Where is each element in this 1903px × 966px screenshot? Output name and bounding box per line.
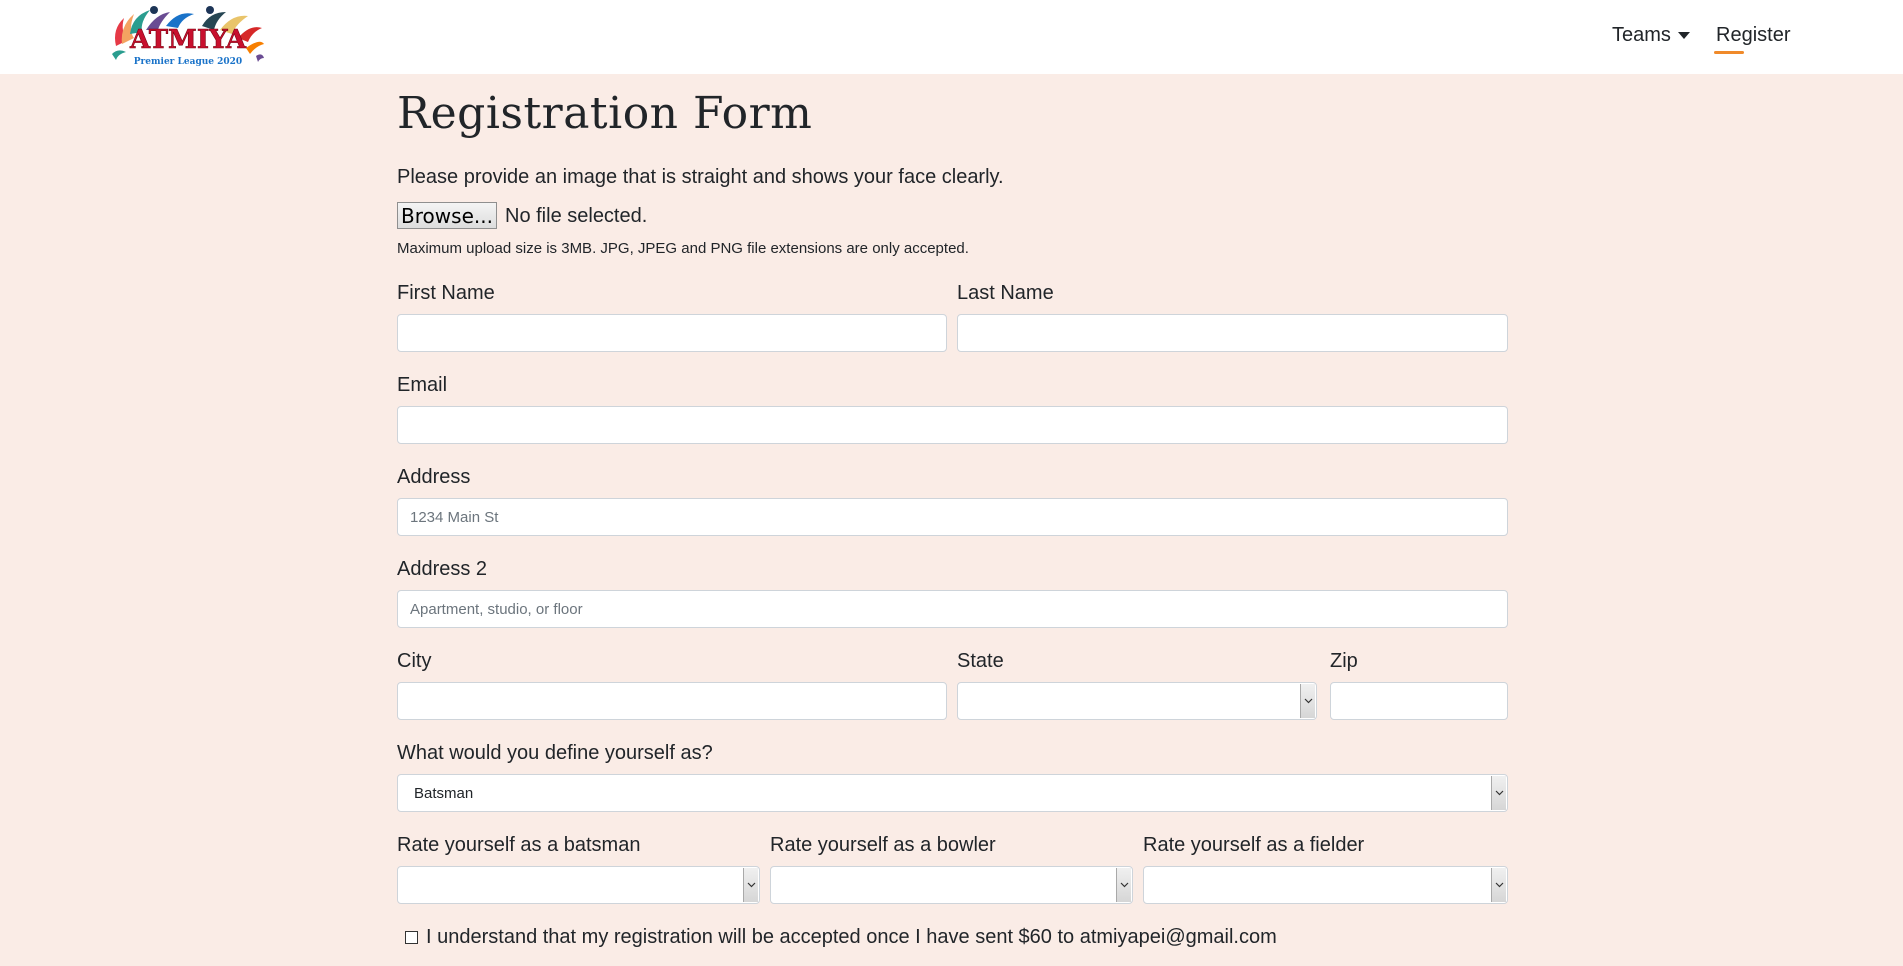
logo-text: ATMIYA — [129, 25, 247, 55]
address2-input[interactable] — [397, 590, 1508, 628]
first-name-label: First Name — [397, 282, 495, 304]
chevron-down-icon — [743, 868, 758, 902]
nav-register-link[interactable]: Register — [1716, 24, 1790, 47]
email-label: Email — [397, 374, 448, 396]
fielder-rating-select[interactable] — [1143, 866, 1508, 904]
last-name-input[interactable] — [957, 314, 1508, 352]
address2-label: Address 2 — [397, 558, 488, 580]
batsman-rating-label: Rate yourself as a batsman — [397, 834, 641, 856]
logo-subtext: Premier League 2020 — [134, 57, 242, 67]
file-status: No file selected. — [505, 205, 648, 227]
role-select-value: Batsman — [414, 785, 474, 802]
city-input[interactable] — [397, 682, 947, 720]
bowler-rating-label: Rate yourself as a bowler — [770, 834, 996, 856]
chevron-down-icon — [1116, 868, 1131, 902]
role-label: What would you define yourself as? — [397, 742, 713, 764]
bowler-rating-select[interactable] — [770, 866, 1133, 904]
photo-instruction: Please provide an image that is straight… — [397, 166, 1004, 188]
agreement-row: I understand that my registration will b… — [405, 926, 1277, 949]
chevron-down-icon — [1491, 868, 1506, 902]
address-label: Address — [397, 466, 471, 488]
address-input[interactable] — [397, 498, 1508, 536]
agreement-checkbox[interactable] — [405, 931, 418, 944]
agreement-label[interactable]: I understand that my registration will b… — [426, 926, 1277, 949]
atmiya-logo[interactable]: ATMIYA Premier League 2020 — [110, 4, 265, 70]
zip-label: Zip — [1330, 650, 1358, 672]
active-nav-indicator — [1714, 51, 1744, 54]
role-select[interactable]: Batsman — [397, 774, 1508, 812]
city-label: City — [397, 650, 432, 672]
nav-teams-label: Teams — [1612, 24, 1671, 46]
state-select[interactable] — [957, 682, 1317, 720]
email-input[interactable] — [397, 406, 1508, 444]
state-label: State — [957, 650, 1004, 672]
upload-hint: Maximum upload size is 3MB. JPG, JPEG an… — [397, 240, 969, 257]
chevron-down-icon — [1300, 684, 1315, 718]
zip-input[interactable] — [1330, 682, 1508, 720]
nav-teams-dropdown[interactable]: Teams — [1612, 24, 1690, 47]
fielder-rating-label: Rate yourself as a fielder — [1143, 834, 1365, 856]
chevron-down-icon — [1491, 776, 1506, 810]
caret-down-icon — [1677, 32, 1690, 39]
page-title: Registration Form — [397, 88, 813, 139]
navbar: ATMIYA Premier League 2020 Teams Registe… — [0, 0, 1903, 74]
browse-button[interactable]: Browse... — [397, 202, 497, 229]
batsman-rating-select[interactable] — [397, 866, 760, 904]
last-name-label: Last Name — [957, 282, 1054, 304]
atmiya-logo-graphic: ATMIYA Premier League 2020 — [112, 6, 264, 67]
first-name-input[interactable] — [397, 314, 947, 352]
